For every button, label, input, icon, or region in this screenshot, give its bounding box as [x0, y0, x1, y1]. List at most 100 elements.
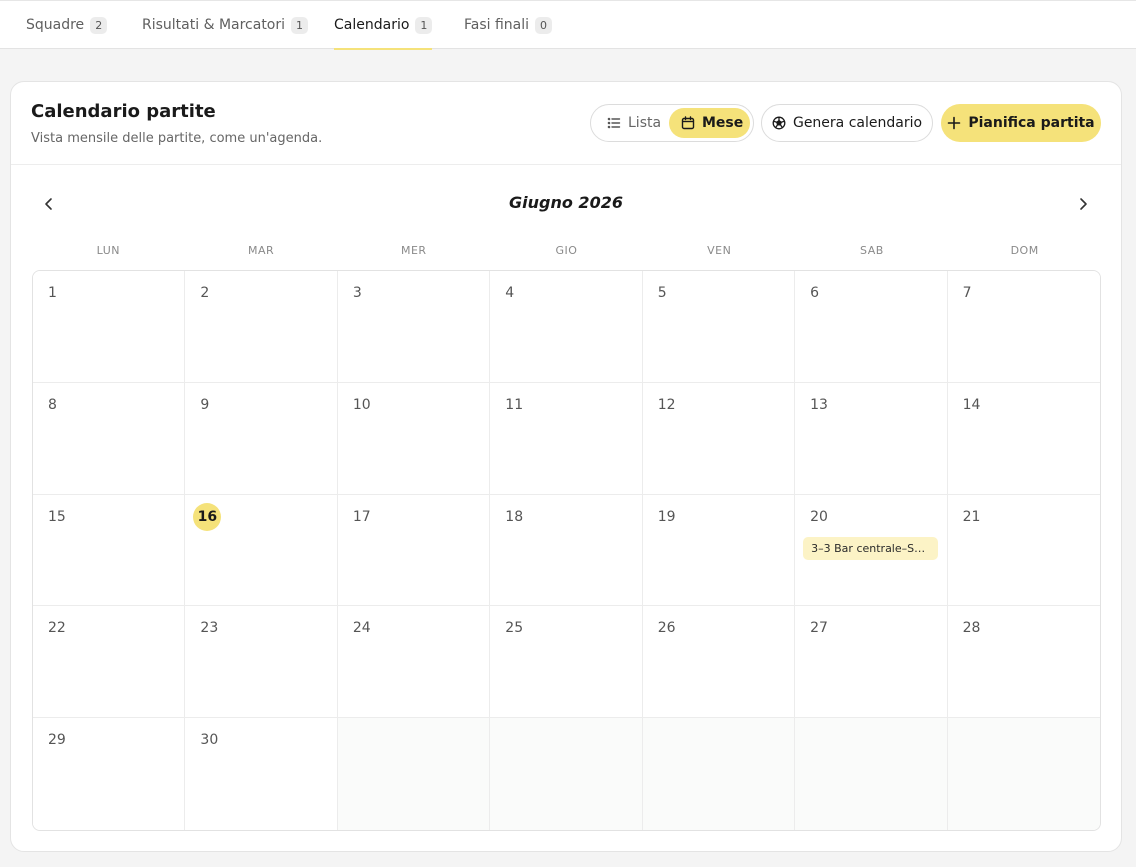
calendar-day-cell[interactable]: 4	[490, 271, 643, 383]
tab-bar: Squadre 2 Risultati & Marcatori 1 Calend…	[0, 0, 1136, 50]
day-number: 8	[48, 396, 57, 413]
calendar-day-cell[interactable]: 23	[185, 606, 338, 719]
day-number: 21	[962, 508, 981, 525]
tab-label: Squadre	[26, 17, 85, 33]
calendar-icon	[681, 116, 695, 130]
day-number: 5	[657, 285, 667, 301]
weekday-label: GIO	[555, 244, 578, 257]
calendar-day-cell[interactable]: 30	[185, 718, 338, 830]
today-day-number: 16	[193, 502, 222, 531]
calendar-day-cell[interactable]: 16	[185, 494, 338, 607]
calendar-day-cell[interactable]: 24	[337, 606, 491, 719]
view-toggle: Lista Mese	[590, 104, 754, 142]
day-number: 13	[810, 396, 828, 413]
chevron-right-icon	[1076, 197, 1090, 211]
day-number: 17	[352, 508, 371, 525]
weekday-header: LUN MAR MER GIO VEN SAB DOM	[32, 244, 1101, 258]
weekday-label: MAR	[247, 244, 275, 257]
day-number: 27	[810, 620, 828, 637]
page-title: Calendario partite	[31, 101, 216, 122]
weekday-label: MER	[400, 244, 427, 257]
day-number: 25	[505, 620, 524, 637]
calendar-day-cell[interactable]: 3	[337, 271, 491, 383]
calendar-day-cell[interactable]: 26	[642, 606, 796, 719]
tab-label: Risultati & Marcatori	[142, 17, 286, 33]
list-icon	[607, 116, 621, 130]
calendar-day-cell[interactable]: 2	[185, 271, 338, 383]
weekday-label: SAB	[860, 244, 884, 257]
day-number: 12	[657, 396, 676, 413]
day-number: 30	[200, 732, 219, 749]
day-number: 22	[48, 620, 66, 637]
day-number: 23	[200, 620, 219, 637]
calendar-day-cell[interactable]: 22	[33, 606, 186, 719]
view-list-button[interactable]: Lista	[597, 108, 669, 138]
calendar-day-cell[interactable]: 21	[947, 494, 1100, 607]
day-number: 24	[352, 620, 371, 637]
day-number: 14	[962, 396, 981, 413]
calendar-day-cell[interactable]: 7	[947, 271, 1100, 383]
day-number: 29	[48, 732, 66, 749]
tab-calendario[interactable]: Calendario 1	[334, 1, 433, 50]
tab-label: Calendario	[334, 17, 410, 33]
calendar-day-cell[interactable]: 9	[185, 382, 338, 495]
calendar-empty-cell	[642, 718, 796, 830]
page-subtitle: Vista mensile delle partite, come un'age…	[31, 131, 323, 146]
tab-count-badge: 0	[535, 16, 553, 34]
calendar-day-cell[interactable]: 12	[642, 382, 796, 495]
day-number: 18	[505, 508, 524, 525]
day-number: 20	[810, 508, 828, 525]
schedule-match-button[interactable]: Pianifica partita	[941, 104, 1101, 142]
calendar-day-cell[interactable]: 25	[490, 606, 643, 719]
view-month-button[interactable]: Mese	[669, 108, 750, 138]
day-number: 10	[352, 396, 371, 413]
card-header: Calendario partite Vista mensile delle p…	[11, 82, 1121, 165]
calendar-card: Calendario partite Vista mensile delle p…	[10, 81, 1122, 852]
calendar-day-cell[interactable]: 11	[490, 382, 643, 495]
month-label: Giugno 2026	[509, 193, 623, 212]
view-list-label: Lista	[628, 115, 662, 131]
calendar-day-cell[interactable]: 17	[337, 494, 491, 607]
calendar-day-cell[interactable]: 14	[947, 382, 1100, 495]
day-number: 9	[200, 396, 210, 413]
day-number: 3	[352, 285, 362, 301]
tab-count-badge: 1	[415, 16, 433, 34]
soccer-ball-icon	[772, 116, 786, 130]
calendar-day-cell[interactable]: 6	[795, 271, 948, 383]
weekday-label: LUN	[96, 244, 121, 257]
calendar-day-cell[interactable]: 19	[642, 494, 796, 607]
calendar-day-cell[interactable]: 13	[795, 382, 948, 495]
tab-risultati-marcatori[interactable]: Risultati & Marcatori 1	[142, 1, 309, 49]
calendar-day-cell[interactable]: 1	[33, 271, 186, 383]
calendar-day-cell[interactable]: 28	[947, 606, 1100, 719]
day-number: 28	[962, 620, 981, 637]
day-number: 7	[962, 285, 972, 301]
calendar-day-cell[interactable]: 20 3–3 Bar centrale–S…	[795, 494, 948, 607]
tab-count-badge: 1	[291, 16, 309, 34]
calendar-day-cell[interactable]: 18	[490, 494, 643, 607]
calendar-day-cell[interactable]: 27	[795, 606, 948, 719]
plus-icon	[947, 116, 961, 130]
calendar-day-cell[interactable]: 29	[33, 718, 186, 830]
next-month-button[interactable]	[1071, 192, 1095, 216]
calendar-day-cell[interactable]: 8	[33, 382, 186, 495]
calendar-empty-cell	[337, 718, 491, 830]
calendar-day-cell[interactable]: 15	[33, 494, 186, 607]
day-number: 15	[48, 508, 66, 525]
weekday-label: VEN	[707, 244, 732, 257]
schedule-match-label: Pianifica partita	[968, 115, 1095, 131]
tab-fasi-finali[interactable]: Fasi finali 0	[464, 1, 553, 49]
day-number: 4	[505, 285, 515, 301]
generate-calendar-label: Genera calendario	[792, 115, 923, 131]
day-number: 19	[657, 508, 676, 525]
day-number: 26	[657, 620, 676, 637]
day-number: 11	[505, 396, 524, 413]
generate-calendar-button[interactable]: Genera calendario	[761, 104, 933, 142]
day-number: 6	[810, 285, 820, 301]
tab-squadre[interactable]: Squadre 2	[26, 1, 108, 49]
calendar-day-cell[interactable]: 10	[337, 382, 491, 495]
calendar-empty-cell	[947, 718, 1100, 830]
calendar-empty-cell	[490, 718, 643, 830]
match-event-chip[interactable]: 3–3 Bar centrale–S…	[803, 536, 939, 560]
calendar-day-cell[interactable]: 5	[642, 271, 796, 383]
